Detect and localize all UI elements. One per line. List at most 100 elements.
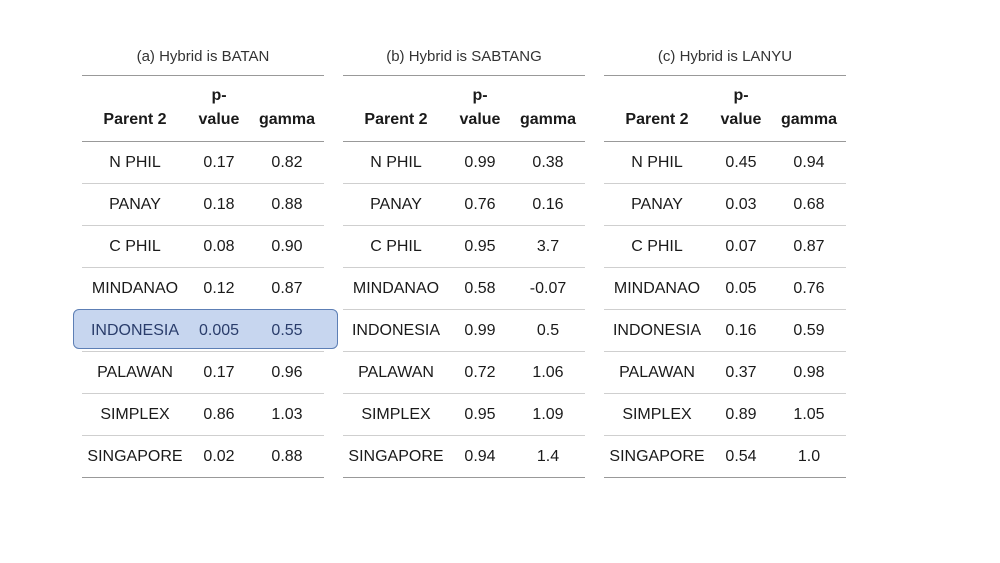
header-pvalue-line2: value <box>459 111 501 128</box>
cell-parent: PANAY <box>109 195 161 213</box>
header-pvalue: p-value <box>188 76 250 141</box>
cell-parent: MINDANAO <box>352 279 440 297</box>
cell-pvalue: 0.17 <box>203 363 235 381</box>
table-header: Parent 2 p-value gamma <box>343 76 585 142</box>
cell-parent: PALAWAN <box>358 363 434 381</box>
cell-gamma: 1.05 <box>793 405 825 423</box>
cell-gamma: 0.96 <box>271 363 303 381</box>
table-row: SINGAPORE 0.02 0.88 <box>82 436 324 478</box>
cell-gamma: 0.5 <box>536 321 560 339</box>
cell-pvalue: 0.03 <box>725 195 757 213</box>
header-gamma: gamma <box>258 111 316 128</box>
table-row: INDONESIA 0.16 0.59 <box>604 310 846 352</box>
cell-parent: N PHIL <box>109 153 161 171</box>
header-pvalue-line2: value <box>720 111 762 128</box>
table-row: PANAY 0.18 0.88 <box>82 184 324 226</box>
header-pvalue-line2: value <box>198 111 240 128</box>
cell-parent: INDONESIA <box>90 321 179 339</box>
table-body: N PHIL 0.45 0.94 PANAY 0.03 0.68 C PHIL 0.07 0… <box>604 142 846 478</box>
cell-gamma: 1.06 <box>532 363 564 381</box>
header-pvalue: p-value <box>449 76 511 141</box>
cell-pvalue: 0.58 <box>464 279 496 297</box>
cell-pvalue: 0.16 <box>725 321 757 339</box>
header-parent: Parent 2 <box>103 111 167 128</box>
table-row: PALAWAN 0.37 0.98 <box>604 352 846 394</box>
table-row: PANAY 0.03 0.68 <box>604 184 846 226</box>
table-row: N PHIL 0.17 0.82 <box>82 142 324 184</box>
cell-pvalue: 0.12 <box>203 279 235 297</box>
table-row: SIMPLEX 0.89 1.05 <box>604 394 846 436</box>
cell-parent: SIMPLEX <box>100 405 170 423</box>
cell-parent: INDONESIA <box>612 321 701 339</box>
cell-parent: SIMPLEX <box>361 405 431 423</box>
table-row: SINGAPORE 0.94 1.4 <box>343 436 585 478</box>
cell-gamma: 0.38 <box>532 153 564 171</box>
cell-pvalue: 0.18 <box>203 195 235 213</box>
cell-parent: C PHIL <box>631 237 683 255</box>
table-caption: (b) Hybrid is SABTANG <box>343 46 585 76</box>
table-caption: (a) Hybrid is BATAN <box>82 46 324 76</box>
table-row: N PHIL 0.99 0.38 <box>343 142 585 184</box>
cell-parent: PALAWAN <box>97 363 173 381</box>
cell-pvalue: 0.76 <box>464 195 496 213</box>
cell-parent: MINDANAO <box>91 279 179 297</box>
header-parent: Parent 2 <box>364 111 428 128</box>
cell-gamma: 1.0 <box>797 447 821 465</box>
table-row: SIMPLEX 0.86 1.03 <box>82 394 324 436</box>
table-row: N PHIL 0.45 0.94 <box>604 142 846 184</box>
cell-parent: N PHIL <box>370 153 422 171</box>
cell-gamma: 0.88 <box>271 447 303 465</box>
cell-parent: SINGAPORE <box>609 447 705 465</box>
table-panel-sabtang: (b) Hybrid is SABTANG Parent 2 p-value g… <box>343 46 585 478</box>
table-row-highlighted: INDONESIA 0.005 0.55 <box>82 310 324 352</box>
table-row: MINDANAO 0.58 -0.07 <box>343 268 585 310</box>
cell-parent: PALAWAN <box>619 363 695 381</box>
cell-parent: C PHIL <box>109 237 161 255</box>
table-row: MINDANAO 0.12 0.87 <box>82 268 324 310</box>
cell-pvalue: 0.08 <box>203 237 235 255</box>
cell-pvalue: 0.95 <box>464 237 496 255</box>
header-gamma: gamma <box>519 111 577 128</box>
cell-parent: MINDANAO <box>613 279 701 297</box>
cell-parent: PANAY <box>370 195 422 213</box>
header-parent: Parent 2 <box>625 111 689 128</box>
cell-gamma: 1.03 <box>271 405 303 423</box>
cell-parent: SINGAPORE <box>348 447 444 465</box>
cell-gamma: 1.09 <box>532 405 564 423</box>
cell-pvalue: 0.37 <box>725 363 757 381</box>
header-gamma: gamma <box>780 111 838 128</box>
table-panel-batan: (a) Hybrid is BATAN Parent 2 p-value gam… <box>73 46 338 478</box>
table-row: PANAY 0.76 0.16 <box>343 184 585 226</box>
cell-parent: INDONESIA <box>351 321 440 339</box>
cell-gamma: 0.68 <box>793 195 825 213</box>
cell-gamma: 1.4 <box>536 447 560 465</box>
cell-pvalue: 0.86 <box>203 405 235 423</box>
table-row: PALAWAN 0.72 1.06 <box>343 352 585 394</box>
cell-parent: C PHIL <box>370 237 422 255</box>
cell-pvalue: 0.05 <box>725 279 757 297</box>
header-pvalue-line1: p- <box>472 87 488 104</box>
cell-parent: SINGAPORE <box>87 447 183 465</box>
cell-pvalue: 0.99 <box>464 321 496 339</box>
cell-pvalue: 0.45 <box>725 153 757 171</box>
table-row: C PHIL 0.08 0.90 <box>82 226 324 268</box>
table-body: N PHIL 0.99 0.38 PANAY 0.76 0.16 C PHIL 0.95 3… <box>343 142 585 478</box>
table-caption: (c) Hybrid is LANYU <box>604 46 846 76</box>
table-row: C PHIL 0.95 3.7 <box>343 226 585 268</box>
table-panel-lanyu: (c) Hybrid is LANYU Parent 2 p-value gam… <box>604 46 846 478</box>
table-row: PALAWAN 0.17 0.96 <box>82 352 324 394</box>
cell-parent: PANAY <box>631 195 683 213</box>
cell-pvalue: 0.72 <box>464 363 496 381</box>
header-pvalue-line1: p- <box>733 87 749 104</box>
cell-pvalue: 0.54 <box>725 447 757 465</box>
cell-pvalue: 0.89 <box>725 405 757 423</box>
cell-gamma: 0.59 <box>793 321 825 339</box>
cell-gamma: 3.7 <box>536 237 560 255</box>
cell-pvalue: 0.02 <box>203 447 235 465</box>
cell-gamma: 0.16 <box>532 195 564 213</box>
table-row: C PHIL 0.07 0.87 <box>604 226 846 268</box>
table-body: N PHIL 0.17 0.82 PANAY 0.18 0.88 C PHIL 0.08 0… <box>73 142 338 478</box>
cell-pvalue: 0.17 <box>203 153 235 171</box>
table-header: Parent 2 p-value gamma <box>82 76 324 142</box>
cell-gamma: 0.90 <box>271 237 303 255</box>
